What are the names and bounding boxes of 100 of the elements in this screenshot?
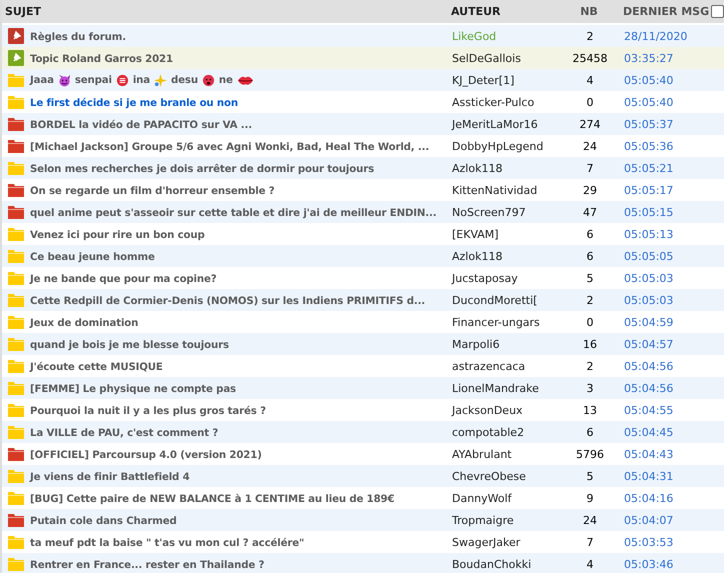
last-message-time[interactable]: 05:05:05: [624, 250, 674, 262]
last-message-time[interactable]: 05:05:13: [624, 228, 674, 240]
topic-title[interactable]: ina: [132, 75, 150, 86]
topic-title[interactable]: [FEMME] Le physique ne compte pas: [30, 384, 236, 394]
author-name[interactable]: JeMeritLaMor16: [452, 118, 538, 130]
topic-row[interactable]: [FEMME] Le physique ne compte pas LionelMandrake 3 05:04:56: [2, 377, 724, 399]
last-message-time[interactable]: 05:04:16: [624, 492, 674, 504]
author-name[interactable]: AYAbrulant: [452, 448, 512, 460]
last-message-time[interactable]: 05:05:37: [624, 118, 674, 130]
topic-title[interactable]: Je ne bande que pour ma copine?: [30, 274, 217, 284]
last-message-time[interactable]: 05:04:59: [624, 316, 674, 328]
last-message-time[interactable]: 05:05:40: [624, 74, 674, 86]
topic-title[interactable]: Putain cole dans Charmed: [30, 516, 177, 526]
author-name[interactable]: Tropmaigre: [452, 514, 514, 526]
topic-row[interactable]: Topic Roland Garros 2021 SelDeGallois 25458 03:35:27: [2, 47, 724, 69]
topic-title[interactable]: [BUG] Cette paire de NEW BALANCE à 1 CENTIME au lieu de 189€: [30, 494, 394, 504]
topic-title[interactable]: [Michael Jackson] Groupe 5/6 avec Agni Wonki, Bad, Heal The World, ...: [30, 142, 430, 152]
author-name[interactable]: [EKVAM]: [452, 228, 499, 240]
topic-row[interactable]: BORDEL la vidéo de PAPACITO sur VA ... JeMeritLaMor16 274 05:05:37: [2, 113, 724, 135]
author-name[interactable]: Financer-ungars: [452, 316, 540, 328]
topic-title[interactable]: quel anime peut s'asseoir sur cette table et dire j'ai de meilleur ENDIN...: [30, 208, 436, 218]
topic-title[interactable]: Pourquoi la nuit il y a les plus gros tarés ?: [30, 406, 266, 416]
topic-title[interactable]: Cette Redpill de Cormier-Denis (NOMOS) sur les Indiens PRIMITIFS d...: [30, 296, 426, 306]
last-message-time[interactable]: 05:04:55: [624, 404, 674, 416]
topic-title[interactable]: desu: [171, 75, 198, 86]
topic-title[interactable]: ta meuf pdt la baise " t'as vu mon cul ? accélére": [30, 538, 304, 548]
message-count: 7: [586, 536, 594, 548]
author-name[interactable]: DannyWolf: [452, 492, 512, 504]
topic-row[interactable]: Je viens de finir Battlefield 4 ChevreObese 5 05:04:31: [2, 465, 724, 487]
last-message-time[interactable]: 05:03:46: [624, 558, 674, 570]
author-name[interactable]: NoScreen797: [452, 206, 526, 218]
topic-title[interactable]: Jeux de domination: [30, 318, 138, 328]
message-count: 2: [586, 360, 594, 372]
author-name[interactable]: SelDeGallois: [452, 52, 521, 64]
topic-title[interactable]: senpai: [74, 75, 112, 86]
topic-row[interactable]: Jaaa senpai ina desu ne KJ_Deter[1] 4 05:05:40: [2, 69, 724, 91]
author-name[interactable]: LionelMandrake: [452, 382, 539, 394]
column-header: DERNIER MSG: [622, 5, 710, 18]
author-name[interactable]: Azlok118: [452, 162, 502, 174]
topic-title[interactable]: ne: [218, 75, 233, 86]
last-message-time[interactable]: 05:05:17: [624, 184, 674, 196]
author-name[interactable]: DucondMoretti[: [452, 294, 538, 306]
author-name[interactable]: ChevreObese: [452, 470, 526, 482]
topic-row[interactable]: Putain cole dans Charmed Tropmaigre 24 05:04:07: [2, 509, 724, 531]
message-count: 274: [580, 118, 600, 130]
last-message-time[interactable]: 05:03:53: [624, 536, 674, 548]
topic-row[interactable]: quel anime peut s'asseoir sur cette table et dire j'ai de meilleur ENDIN... NoScreen797 47 05:05:15: [2, 201, 724, 223]
last-message-time[interactable]: 05:04:56: [624, 382, 674, 394]
topic-title[interactable]: J'écoute cette MUSIQUE: [30, 362, 163, 372]
author-name[interactable]: BoudanChokki: [452, 558, 532, 570]
last-message-time[interactable]: 05:05:21: [624, 162, 674, 174]
last-message-time[interactable]: 05:05:03: [624, 272, 674, 284]
author-name[interactable]: KJ_Deter[1]: [452, 74, 514, 86]
last-message-time[interactable]: 05:05:03: [624, 294, 674, 306]
topic-title[interactable]: Jaaa: [30, 75, 54, 86]
topic-row[interactable]: Ce beau jeune homme Azlok118 6 05:05:05: [2, 245, 724, 267]
message-count: 4: [586, 558, 594, 570]
topic-row[interactable]: Rentrer en France... rester en Thailande ? BoudanChokki 4 05:03:46: [2, 553, 724, 573]
message-count: 6: [586, 250, 594, 262]
topic-title[interactable]: Topic Roland Garros 2021: [30, 54, 173, 64]
topic-title[interactable]: Le first décide si je me branle ou non: [30, 98, 238, 108]
topic-row[interactable]: Cette Redpill de Cormier-Denis (NOMOS) sur les Indiens PRIMITIFS d... DucondMoretti[ 2 05:05:03: [2, 289, 724, 311]
topic-title[interactable]: La VILLE de PAU, c'est comment ?: [30, 428, 218, 438]
topic-title[interactable]: [OFFICIEL] Parcoursup 4.0 (version 2021): [30, 450, 262, 460]
author-name[interactable]: Azlok118: [452, 250, 502, 262]
last-message-time[interactable]: 05:05:15: [624, 206, 674, 218]
topic-title[interactable]: Règles du forum.: [30, 32, 126, 42]
author-name[interactable]: DobbyHpLegend: [452, 140, 544, 152]
last-message-time[interactable]: 05:04:57: [624, 338, 674, 350]
topic-title[interactable]: Rentrer en France... rester en Thailande ?: [30, 560, 264, 570]
topic-title[interactable]: On se regarde un film d'horreur ensemble ?: [30, 186, 275, 196]
author-name[interactable]: Marpoli6: [452, 338, 500, 350]
select-all-checkbox[interactable]: [711, 5, 724, 18]
author-name[interactable]: astrazencaca: [452, 360, 526, 372]
topic-title[interactable]: quand je bois je me blesse toujours: [30, 340, 229, 350]
author-name[interactable]: KittenNatividad: [452, 184, 538, 196]
last-message-time[interactable]: 28/11/2020: [624, 30, 688, 42]
last-message-time[interactable]: 05:04:45: [624, 426, 674, 438]
last-message-time[interactable]: 05:04:43: [624, 448, 674, 460]
topic-row[interactable]: Règles du forum. LikeGod 2 28/11/2020: [2, 25, 724, 47]
author-name[interactable]: Jucstaposay: [452, 272, 518, 284]
last-message-time[interactable]: 05:04:56: [624, 360, 674, 372]
author-name[interactable]: JacksonDeux: [452, 404, 523, 416]
topic-row[interactable]: Selon mes recherches je dois arrêter de dormir pour toujours Azlok118 7 05:05:21: [2, 157, 724, 179]
topic-row[interactable]: La VILLE de PAU, c'est comment ? compotable2 6 05:04:45: [2, 421, 724, 443]
author-name[interactable]: SwagerJaker: [452, 536, 520, 548]
topic-title[interactable]: Venez ici pour rire un bon coup: [30, 230, 205, 240]
topic-title[interactable]: Ce beau jeune homme: [30, 252, 155, 262]
message-count: 16: [583, 338, 597, 350]
last-message-time[interactable]: 05:04:31: [624, 470, 674, 482]
author-name[interactable]: Assticker-Pulco: [452, 96, 534, 108]
last-message-time[interactable]: 05:04:07: [624, 514, 674, 526]
topic-title[interactable]: BORDEL la vidéo de PAPACITO sur VA ...: [30, 120, 252, 130]
topic-title[interactable]: Selon mes recherches je dois arrêter de dormir pour toujours: [30, 164, 374, 174]
last-message-time[interactable]: 05:05:40: [624, 96, 674, 108]
topic-row[interactable]: quand je bois je me blesse toujours Marpoli6 16 05:04:57: [2, 333, 724, 355]
last-message-time[interactable]: 03:35:27: [624, 52, 674, 64]
topic-title[interactable]: Je viens de finir Battlefield 4: [30, 472, 190, 482]
last-message-time[interactable]: 05:05:36: [624, 140, 674, 152]
author-name[interactable]: compotable2: [452, 426, 524, 438]
